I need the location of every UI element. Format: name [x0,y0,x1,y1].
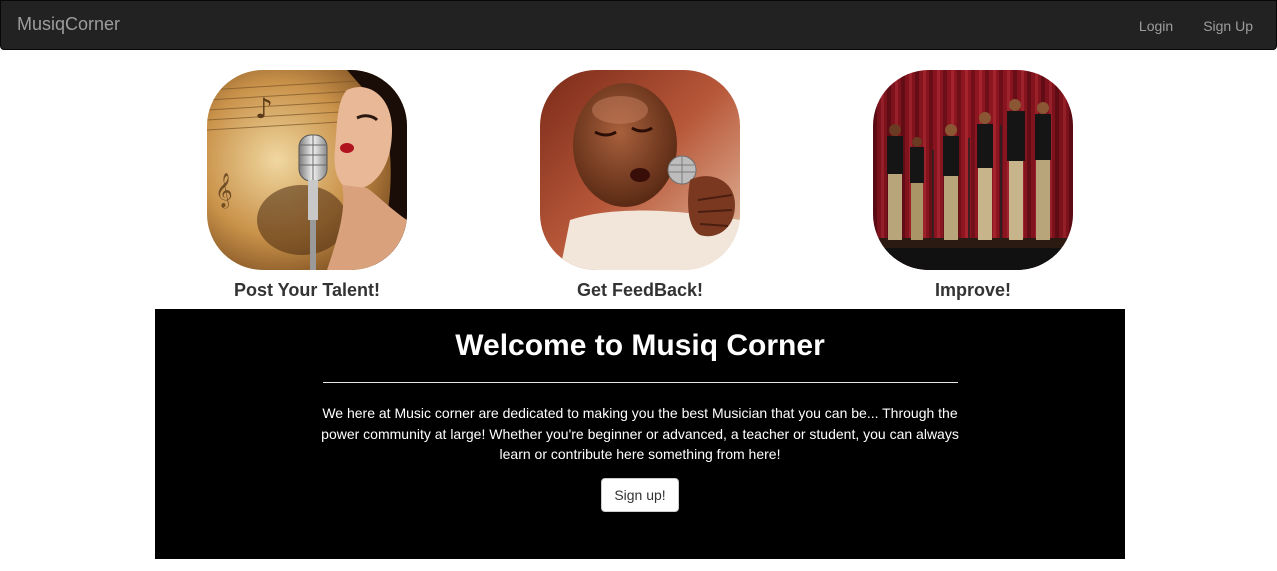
signup-button[interactable]: Sign up! [601,477,679,512]
welcome-title: Welcome to Musiq Corner [455,329,825,362]
welcome-jumbotron: Welcome to Musiq Corner We here at Music… [155,309,1125,559]
singer-with-microphone-image: ♪ 𝄞 [207,70,407,270]
brand-link[interactable]: MusiqCorner [17,14,120,34]
welcome-description: We here at Music corner are dedicated to… [321,405,959,462]
feature-post-talent: ♪ 𝄞 Post Your Talent! [177,70,437,300]
man-singing-image [540,70,740,270]
svg-text:𝄞: 𝄞 [215,173,233,209]
divider [322,382,958,383]
group-on-stage-image [873,70,1073,270]
feature-caption: Post Your Talent! [233,280,380,300]
signup-link[interactable]: Sign Up [1188,1,1268,51]
feature-caption: Improve! [934,280,1012,300]
top-navbar: MusiqCorner Login Sign Up [0,0,1277,50]
nav-links: Login Sign Up [1124,1,1268,51]
login-link[interactable]: Login [1124,1,1188,51]
feature-caption: Get FeedBack! [576,280,704,300]
feature-improve: Improve! [843,70,1103,300]
svg-text:♪: ♪ [255,92,273,125]
feature-get-feedback: Get FeedBack! [510,70,770,300]
